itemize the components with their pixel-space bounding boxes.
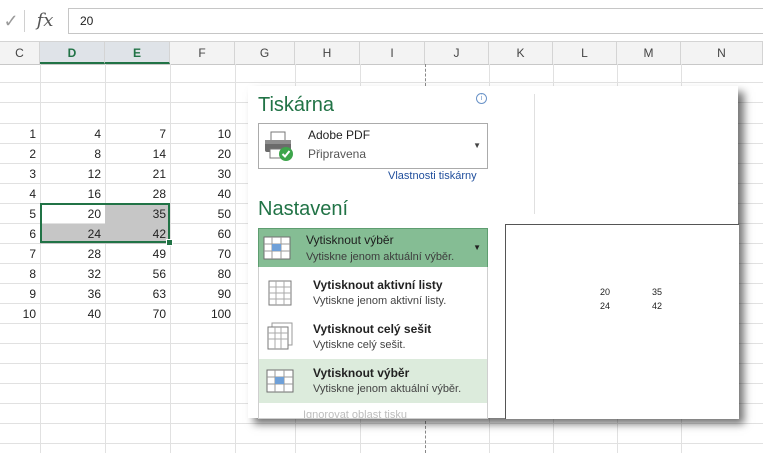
printer-status: Připravena	[308, 147, 367, 161]
option-title: Vytisknout aktivní listy	[313, 278, 443, 292]
page-break-line	[425, 64, 427, 86]
cell-e2[interactable]: 14	[105, 144, 170, 164]
preview-divider	[534, 94, 535, 214]
preview-value: 35	[651, 287, 662, 297]
printer-properties-link[interactable]: Vlastnosti tiskárny	[388, 170, 477, 182]
chevron-down-icon: ▼	[473, 243, 481, 252]
cell-c4[interactable]: 4	[0, 184, 40, 204]
option-description: Vytiskne jenom aktivní listy.	[313, 295, 447, 307]
column-header-h[interactable]: H	[295, 42, 360, 64]
enter-check-icon[interactable]: ✓	[0, 8, 22, 34]
printer-section-title: Tiskárna	[258, 94, 334, 116]
column-header-l[interactable]: L	[553, 42, 617, 64]
cell-d1[interactable]: 4	[40, 124, 105, 144]
cell-f3[interactable]: 30	[170, 164, 235, 184]
grid-line	[0, 423, 763, 424]
cell-c6[interactable]: 6	[0, 224, 40, 244]
cell-f8[interactable]: 80	[170, 264, 235, 284]
selected-setting-title: Vytisknout výběr	[306, 233, 394, 247]
cell-d2[interactable]: 8	[40, 144, 105, 164]
preview-value: 24	[599, 301, 610, 311]
formula-value: 20	[80, 14, 94, 28]
print-preview-page: 20 35 24 42	[505, 224, 739, 419]
option-title: Vytisknout celý sešit	[313, 322, 432, 336]
cell-d10[interactable]: 40	[40, 304, 105, 324]
cell-e4[interactable]: 28	[105, 184, 170, 204]
cell-f4[interactable]: 40	[170, 184, 235, 204]
cell-e10[interactable]: 70	[105, 304, 170, 324]
column-header-m[interactable]: M	[617, 42, 681, 64]
cell-c2[interactable]: 2	[0, 144, 40, 164]
cell-c9[interactable]: 9	[0, 284, 40, 304]
column-header-e[interactable]: E	[105, 42, 170, 64]
column-header-i[interactable]: I	[360, 42, 425, 64]
chevron-down-icon: ▼	[473, 141, 481, 150]
printer-icon	[265, 131, 293, 161]
print-what-dropdown-list: Vytisknout aktivní listy Vytiskne jenom …	[258, 267, 488, 419]
column-header-k[interactable]: K	[489, 42, 553, 64]
insert-function-icon[interactable]: fx	[30, 8, 60, 34]
cell-d3[interactable]: 12	[40, 164, 105, 184]
cell-c1[interactable]: 1	[0, 124, 40, 144]
cell-e7[interactable]: 49	[105, 244, 170, 264]
grid-line	[0, 82, 763, 83]
option-description: Vytiskne celý sešit.	[313, 339, 406, 351]
cell-f6[interactable]: 60	[170, 224, 235, 244]
cell-f10[interactable]: 100	[170, 304, 235, 324]
cell-d7[interactable]: 28	[40, 244, 105, 264]
page-break-line	[425, 421, 427, 453]
print-selection-icon	[266, 369, 294, 393]
cell-c3[interactable]: 3	[0, 164, 40, 184]
column-header-c[interactable]: C	[0, 42, 40, 64]
cell-f7[interactable]: 70	[170, 244, 235, 264]
formula-input[interactable]	[68, 8, 763, 34]
selected-setting-description: Vytiskne jenom aktuální výběr.	[306, 251, 455, 263]
cell-c8[interactable]: 8	[0, 264, 40, 284]
printer-dropdown[interactable]: Adobe PDF Připravena ▼	[258, 123, 488, 169]
grid-line	[0, 443, 763, 444]
option-print-selection[interactable]: Vytisknout výběr Vytiskne jenom aktuální…	[259, 359, 487, 403]
cell-e1[interactable]: 7	[105, 124, 170, 144]
ignore-print-area-option[interactable]: Ignorovat oblast tisku	[303, 409, 407, 418]
option-print-active-sheets[interactable]: Vytisknout aktivní listy Vytiskne jenom …	[259, 271, 487, 315]
cell-e3[interactable]: 21	[105, 164, 170, 184]
cell-d8[interactable]: 32	[40, 264, 105, 284]
option-title: Vytisknout výběr	[313, 366, 410, 380]
cell-c5[interactable]: 5	[0, 204, 40, 224]
column-headers: C D E F G H I J K L M N	[0, 41, 763, 65]
cell-f5[interactable]: 50	[170, 204, 235, 224]
print-backstage-panel: Tiskárna i Adobe PDF Připravena ▼ Vlastn…	[248, 86, 739, 419]
column-header-n[interactable]: N	[681, 42, 763, 64]
column-header-j[interactable]: J	[425, 42, 489, 64]
fill-handle[interactable]	[166, 239, 173, 246]
cell-c10[interactable]: 10	[0, 304, 40, 324]
formula-bar: ✓ fx 20	[0, 0, 763, 40]
formula-bar-divider	[24, 10, 25, 32]
column-header-g[interactable]: G	[235, 42, 295, 64]
selection-range	[40, 203, 170, 243]
cell-f1[interactable]: 10	[170, 124, 235, 144]
preview-value: 42	[651, 301, 662, 311]
cell-e8[interactable]: 56	[105, 264, 170, 284]
cell-d4[interactable]: 16	[40, 184, 105, 204]
printer-name: Adobe PDF	[308, 128, 371, 142]
option-description: Vytiskne jenom aktuální výběr.	[313, 383, 462, 395]
cell-f9[interactable]: 90	[170, 284, 235, 304]
print-selection-icon	[263, 236, 291, 260]
cell-c7[interactable]: 7	[0, 244, 40, 264]
info-icon[interactable]: i	[476, 93, 487, 104]
active-sheets-icon	[268, 280, 292, 306]
cell-d9[interactable]: 36	[40, 284, 105, 304]
column-header-d[interactable]: D	[40, 42, 105, 64]
column-header-f[interactable]: F	[170, 42, 235, 64]
preview-value: 20	[599, 287, 610, 297]
cell-f2[interactable]: 20	[170, 144, 235, 164]
settings-section-title: Nastavení	[258, 198, 349, 220]
print-what-dropdown[interactable]: Vytisknout výběr Vytiskne jenom aktuální…	[258, 228, 488, 268]
option-print-entire-workbook[interactable]: Vytisknout celý sešit Vytiskne celý seši…	[259, 315, 487, 359]
cell-e9[interactable]: 63	[105, 284, 170, 304]
entire-workbook-icon	[267, 322, 293, 350]
